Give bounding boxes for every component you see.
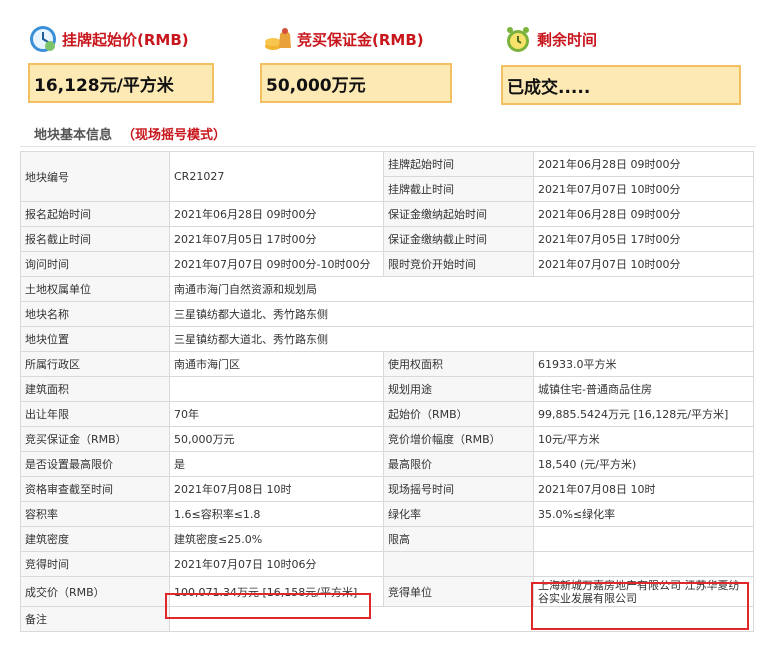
table-row: 资格审查截至时间 2021年07月08日 10时 现场摇号时间 2021年07月… [20,476,754,502]
table-row: 建筑面积 规划用途 城镇住宅-普通商品住房 [20,376,754,402]
table-row: 报名截止时间 2021年07月05日 17时00分 保证金缴纳截止时间 2021… [20,226,754,252]
label-cell: 备注 [20,606,170,632]
value-cell: 2021年06月28日 09时00分 [533,151,754,177]
label-cell: 询问时间 [20,251,170,277]
alarm-clock-icon [503,24,533,54]
value-cell: 南通市海门区 [169,351,384,377]
clock-money-icon [28,24,58,54]
value-cell: 70年 [169,401,384,427]
value-cell: 18,540 (元/平方米) [533,451,754,477]
label-cell: 资格审查截至时间 [20,476,170,502]
label-cell: 竞价增价幅度（RMB） [383,426,534,452]
label-cell: 保证金缴纳起始时间 [383,201,534,227]
label-cell: 土地权属单位 [20,276,170,302]
table-row: 容积率 1.6≤容积率≤1.8 绿化率 35.0%≤绿化率 [20,501,754,527]
label-cell: 成交价（RMB） [20,576,170,607]
remaining-label: 剩余时间 [537,30,598,49]
value-cell: CR21027 [169,151,384,202]
section-title: 地块基本信息 （现场摇号模式） [34,124,226,143]
start-price-label: 挂牌起始价(RMB) [62,30,189,49]
value-cell: 61933.0平方米 [533,351,754,377]
value-cell: 城镇住宅-普通商品住房 [533,376,754,402]
start-price-header: 挂牌起始价(RMB) [28,22,189,56]
section-divider [20,146,756,147]
value-cell: 2021年07月07日 10时00分 [533,251,754,277]
label-cell: 出让年限 [20,401,170,427]
table-row: 竞得时间 2021年07月07日 10时06分 [20,551,754,577]
value-cell: 三星镇纺都大道北、秀竹路东侧 [169,301,754,327]
winner-highlight [531,582,749,630]
value-cell: 2021年06月28日 09时00分 [533,201,754,227]
table-row: 地块编号 CR21027 挂牌起始时间 2021年06月28日 09时00分 [20,151,754,202]
label-cell: 挂牌截止时间 [383,176,534,202]
table-row: 建筑密度 建筑密度≤25.0% 限高 [20,526,754,552]
label-cell: 建筑面积 [20,376,170,402]
value-cell: 建筑密度≤25.0% [169,526,384,552]
value-cell: 50,000万元 [169,426,384,452]
remaining-value: 已成交..... [501,65,741,105]
table-row: 所属行政区 南通市海门区 使用权面积 61933.0平方米 [20,351,754,377]
label-cell: 规划用途 [383,376,534,402]
value-cell: 1.6≤容积率≤1.8 [169,501,384,527]
label-cell: 绿化率 [383,501,534,527]
label-cell: 挂牌起始时间 [383,151,534,177]
deposit-value: 50,000万元 [260,63,452,103]
label-cell: 限高 [383,526,534,552]
label-cell: 报名起始时间 [20,201,170,227]
table-row: 出让年限 70年 起始价（RMB） 99,885.5424万元 [16,128元… [20,401,754,427]
label-cell: 竞买保证金（RMB） [20,426,170,452]
value-cell: 35.0%≤绿化率 [533,501,754,527]
label-cell: 建筑密度 [20,526,170,552]
value-cell: 2021年07月05日 17时00分 [533,226,754,252]
value-cell: 2021年06月28日 09时00分 [169,201,384,227]
value-cell: 2021年07月07日 09时00分-10时00分 [169,251,384,277]
value-cell: 2021年07月05日 17时00分 [169,226,384,252]
value-cell: 是 [169,451,384,477]
label-cell: 报名截止时间 [20,226,170,252]
value-cell [169,376,384,402]
label-cell: 使用权面积 [383,351,534,377]
deposit-label: 竞买保证金(RMB) [297,30,424,49]
table-row: 询问时间 2021年07月07日 09时00分-10时00分 限时竞价开始时间 … [20,251,754,277]
label-cell: 所属行政区 [20,351,170,377]
value-cell: 2021年07月08日 10时 [533,476,754,502]
start-price-value: 16,128元/平方米 [28,63,214,103]
label-cell: 最高限价 [383,451,534,477]
label-cell: 竞得单位 [383,576,534,607]
label-cell: 起始价（RMB） [383,401,534,427]
label-cell: 限时竞价开始时间 [383,251,534,277]
summary-bar: 挂牌起始价(RMB) 16,128元/平方米 竞买保证金(RMB) 50,000… [0,0,767,115]
label-cell: 是否设置最高限价 [20,451,170,477]
label-cell: 保证金缴纳截止时间 [383,226,534,252]
value-cell [533,526,754,552]
label-cell: 现场摇号时间 [383,476,534,502]
coins-bag-icon [263,24,293,54]
land-info-table: 地块编号 CR21027 挂牌起始时间 2021年06月28日 09时00分 挂… [20,151,754,632]
value-cell: 2021年07月07日 10时00分 [533,176,754,202]
value-cell: 2021年07月07日 10时06分 [169,551,384,577]
section-title-text: 地块基本信息 [34,128,113,143]
value-cell [533,551,754,577]
deal-price-highlight [165,593,371,619]
value-cell: 三星镇纺都大道北、秀竹路东侧 [169,326,754,352]
table-row: 土地权属单位 南通市海门自然资源和规划局 [20,276,754,302]
table-row: 是否设置最高限价 是 最高限价 18,540 (元/平方米) [20,451,754,477]
label-cell: 容积率 [20,501,170,527]
table-row: 地块位置 三星镇纺都大道北、秀竹路东侧 [20,326,754,352]
label-cell: 地块编号 [20,151,170,202]
table-row: 报名起始时间 2021年06月28日 09时00分 保证金缴纳起始时间 2021… [20,201,754,227]
value-cell: 99,885.5424万元 [16,128元/平方米] [533,401,754,427]
table-row: 竞买保证金（RMB） 50,000万元 竞价增价幅度（RMB） 10元/平方米 [20,426,754,452]
value-cell: 2021年07月08日 10时 [169,476,384,502]
value-cell: 南通市海门自然资源和规划局 [169,276,754,302]
label-cell: 地块位置 [20,326,170,352]
deposit-header: 竞买保证金(RMB) [263,22,424,56]
section-mode: （现场摇号模式） [122,128,227,143]
label-cell: 竞得时间 [20,551,170,577]
value-cell: 10元/平方米 [533,426,754,452]
table-row: 地块名称 三星镇纺都大道北、秀竹路东侧 [20,301,754,327]
remaining-header: 剩余时间 [503,22,597,56]
label-cell: 地块名称 [20,301,170,327]
label-cell [383,551,534,577]
